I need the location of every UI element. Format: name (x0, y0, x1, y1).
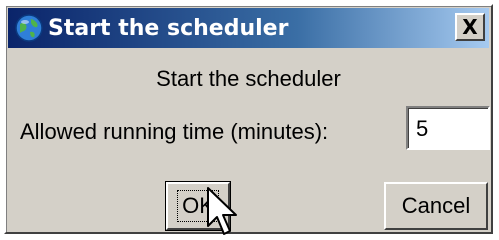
running-time-label: Allowed running time (minutes): (20, 119, 329, 144)
title-bar[interactable]: Start the scheduler X (8, 8, 489, 48)
window-title: Start the scheduler (48, 15, 289, 41)
close-icon: X (462, 15, 478, 39)
mouse-pointer-icon (207, 187, 237, 235)
dialog-window: Start the scheduler X Start the schedule… (4, 4, 493, 234)
close-button[interactable]: X (455, 13, 485, 41)
dialog-heading: Start the scheduler (156, 66, 341, 91)
running-time-input[interactable]: 5 (406, 106, 490, 150)
cancel-button-label: Cancel (401, 193, 471, 218)
globe-icon (15, 14, 43, 42)
cancel-button[interactable]: Cancel (384, 182, 488, 230)
